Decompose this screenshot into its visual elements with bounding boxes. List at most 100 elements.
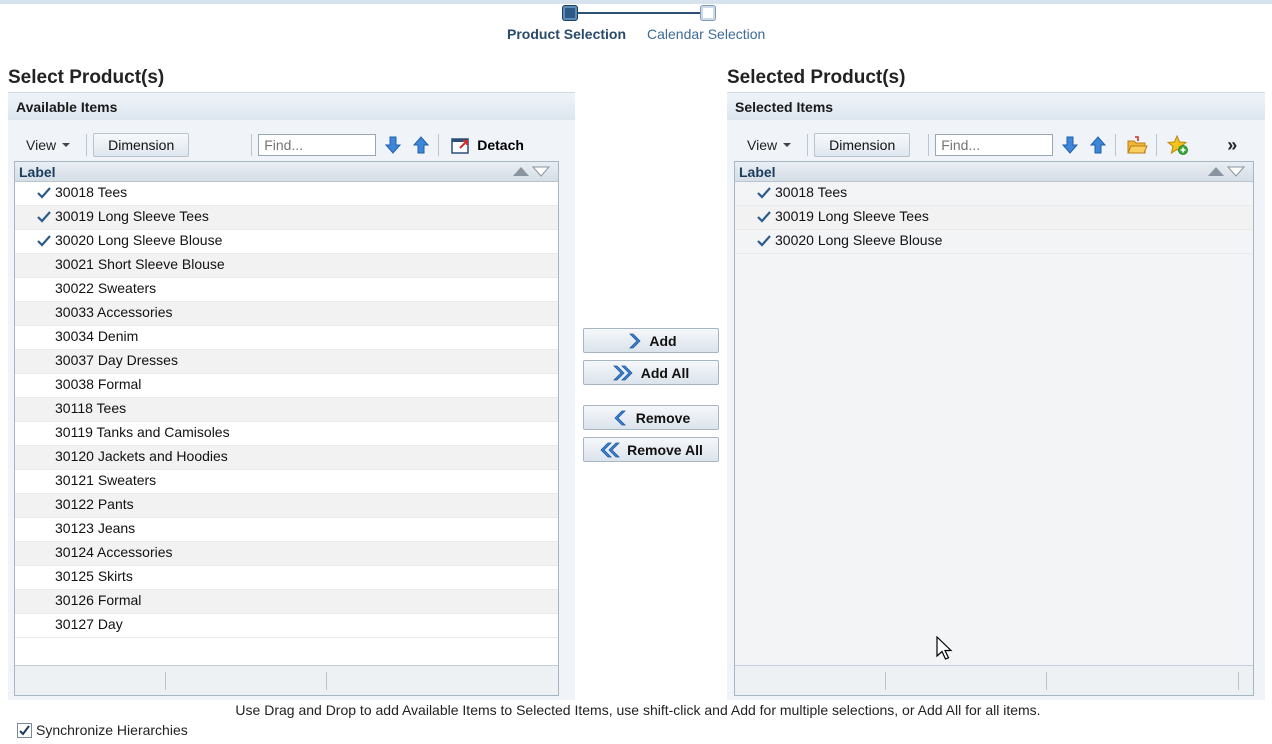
synchronize-hierarchies-control[interactable]: Synchronize Hierarchies: [17, 722, 188, 738]
table-row[interactable]: 30022 Sweaters: [15, 278, 558, 302]
detach-label: Detach: [477, 137, 524, 153]
toolbar-separator: [86, 134, 88, 156]
row-label: 30122 Pants: [55, 496, 134, 512]
table-row[interactable]: 30021 Short Sleeve Blouse: [15, 254, 558, 278]
train-label-product[interactable]: Product Selection: [507, 26, 626, 42]
synchronize-label: Synchronize Hierarchies: [36, 722, 188, 738]
left-section-title: Select Product(s): [8, 67, 165, 88]
footer-divider: [326, 672, 327, 690]
left-toolbar: View Dimension Detach: [12, 130, 560, 160]
row-label: 30121 Sweaters: [55, 472, 157, 488]
sort-descending-icon[interactable]: [1227, 166, 1245, 177]
more-overflow-button[interactable]: »: [1227, 135, 1237, 156]
add-all-button[interactable]: Add All: [583, 360, 719, 385]
left-table-footer: [15, 665, 558, 695]
row-label: 30124 Accessories: [55, 544, 173, 560]
sort-descending-icon[interactable]: [532, 166, 550, 177]
add-label: Add: [649, 332, 677, 349]
checkmark-icon: [37, 187, 51, 199]
table-row[interactable]: 30123 Jeans: [15, 518, 558, 542]
available-items-table: Label 30018 Tees 30019 Long Sleeve Tees 30…: [14, 161, 559, 696]
selected-items-header: Selected Items: [727, 92, 1265, 120]
label-column-header[interactable]: Label: [15, 162, 558, 182]
table-row[interactable]: 30019 Long Sleeve Tees: [735, 206, 1253, 230]
checkmark-icon: [19, 724, 30, 736]
mouse-cursor-icon: [936, 636, 953, 660]
arrow-down-icon[interactable]: [382, 134, 404, 156]
right-find-input[interactable]: [935, 134, 1054, 156]
selected-items-rows: 30018 Tees 30019 Long Sleeve Tees 30020 Lo…: [735, 182, 1253, 666]
row-label: 30120 Jackets and Hoodies: [55, 448, 228, 464]
row-label: 30037 Day Dresses: [55, 352, 178, 368]
right-view-label: View: [747, 137, 778, 153]
left-view-menu[interactable]: View: [12, 137, 80, 153]
left-dimension-button[interactable]: Dimension: [93, 133, 190, 157]
table-row[interactable]: 30020 Long Sleeve Blouse: [735, 230, 1253, 254]
add-favorite-star-icon[interactable]: [1167, 135, 1189, 155]
checkmark-icon: [757, 211, 771, 223]
checkmark-icon: [37, 235, 51, 247]
remove-button[interactable]: Remove: [583, 405, 719, 430]
table-row[interactable]: 30019 Long Sleeve Tees: [15, 206, 558, 230]
table-row[interactable]: 30126 Formal: [15, 590, 558, 614]
train-stop-product[interactable]: [562, 5, 578, 21]
right-view-menu[interactable]: View: [733, 137, 801, 153]
label-column-text: Label: [19, 164, 56, 180]
left-find-input[interactable]: [258, 134, 377, 156]
process-train: Product Selection Calendar Selection: [500, 4, 790, 44]
label-column-header[interactable]: Label: [735, 162, 1253, 182]
table-row[interactable]: 30018 Tees: [15, 182, 558, 206]
row-label: 30123 Jeans: [55, 520, 136, 536]
synchronize-checkbox[interactable]: [17, 722, 32, 738]
table-row[interactable]: 30121 Sweaters: [15, 470, 558, 494]
table-row[interactable]: 30038 Formal: [15, 374, 558, 398]
table-row[interactable]: 30037 Day Dresses: [15, 350, 558, 374]
table-row[interactable]: 30020 Long Sleeve Blouse: [15, 230, 558, 254]
row-label: 30019 Long Sleeve Tees: [775, 208, 929, 224]
train-label-calendar[interactable]: Calendar Selection: [647, 26, 765, 42]
table-row[interactable]: 30118 Tees: [15, 398, 558, 422]
table-row[interactable]: 30018 Tees: [735, 182, 1253, 206]
row-label: 30020 Long Sleeve Blouse: [775, 232, 943, 248]
table-row[interactable]: 30119 Tanks and Camisoles: [15, 422, 558, 446]
row-label: 30038 Formal: [55, 376, 142, 392]
instructions-text: Use Drag and Drop to add Available Items…: [235, 702, 1041, 718]
row-label: 30021 Short Sleeve Blouse: [55, 256, 225, 272]
remove-all-button[interactable]: Remove All: [583, 437, 719, 462]
arrow-up-icon[interactable]: [410, 134, 432, 156]
detach-button[interactable]: Detach: [445, 136, 524, 154]
open-folder-icon[interactable]: [1126, 135, 1148, 155]
table-row[interactable]: 30122 Pants: [15, 494, 558, 518]
row-label: 30033 Accessories: [55, 304, 173, 320]
row-label: 30119 Tanks and Camisoles: [55, 424, 230, 440]
remove-all-label: Remove All: [627, 441, 703, 458]
table-row[interactable]: 30034 Denim: [15, 326, 558, 350]
add-button[interactable]: Add: [583, 328, 719, 353]
row-label: 30018 Tees: [55, 184, 128, 200]
table-row[interactable]: 30124 Accessories: [15, 542, 558, 566]
train-connector: [578, 12, 712, 14]
arrow-down-icon[interactable]: [1059, 134, 1081, 156]
table-row[interactable]: 30033 Accessories: [15, 302, 558, 326]
footer-divider: [165, 672, 166, 690]
footer-divider: [885, 672, 886, 690]
sort-ascending-icon[interactable]: [512, 166, 530, 177]
sort-controls: [1207, 166, 1245, 177]
detach-icon: [451, 138, 469, 154]
arrow-up-icon[interactable]: [1087, 134, 1109, 156]
row-label: 30125 Skirts: [55, 568, 133, 584]
double-chevron-right-icon: [612, 365, 633, 380]
checkmark-icon: [37, 211, 51, 223]
sort-ascending-icon[interactable]: [1207, 166, 1225, 177]
chevron-right-icon: [629, 333, 641, 348]
footer-divider: [1046, 672, 1047, 690]
table-row[interactable]: 30125 Skirts: [15, 566, 558, 590]
row-label: 30034 Denim: [55, 328, 139, 344]
train-stop-calendar[interactable]: [700, 5, 716, 21]
table-row[interactable]: 30120 Jackets and Hoodies: [15, 446, 558, 470]
chevron-down-icon: [62, 143, 71, 147]
remove-label: Remove: [635, 409, 691, 426]
right-dimension-button[interactable]: Dimension: [814, 133, 911, 157]
table-row[interactable]: 30127 Day: [15, 614, 558, 638]
right-section-title: Selected Product(s): [727, 67, 906, 88]
